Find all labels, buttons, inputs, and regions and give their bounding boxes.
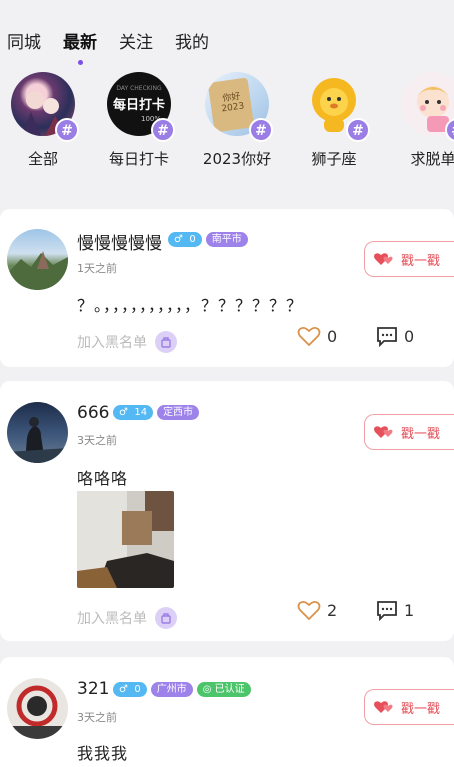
hashtag-badge: # [346,118,370,142]
comment-button[interactable]: 1 [376,599,414,621]
age-value: 14 [134,407,148,418]
verified-badge: ◎ 已认证 [196,682,251,697]
report-icon [155,331,177,353]
gender-age-badge: ♂ 0 [168,232,202,247]
topic-image: 你好 2023 # [205,72,273,142]
user-badges: ♂ 0 南平市 [168,232,248,247]
check-icon: ◎ [202,684,212,695]
post-content: 咯咯咯 [77,469,129,488]
topic-find-partner[interactable]: # 求脱单 [393,72,454,169]
post-photo[interactable] [77,491,174,588]
post-content: 我我我 [77,744,129,763]
comment-count: 0 [404,326,415,346]
username[interactable]: 321 [77,679,109,699]
blacklist-button[interactable]: 加入黑名单 [77,607,177,629]
username[interactable]: 666 [77,403,109,423]
user-badges: ♂ 0 广州市 ◎ 已认证 [113,682,251,697]
topic-label: 狮子座 [311,150,357,168]
topic-all[interactable]: # 全部 [3,72,83,169]
age-value: 0 [134,684,141,695]
poke-button[interactable]: 戳一戳 [364,689,454,725]
tab-mine[interactable]: 我的 [175,33,209,53]
tab-following[interactable]: 关注 [119,33,153,53]
heart-pair-icon [374,701,393,713]
topic-label: 全部 [27,150,58,168]
topic-image-toptext: DAY CHECKING [116,85,162,92]
avatar[interactable] [7,229,68,290]
comment-icon [377,327,397,347]
heart-icon [297,326,321,347]
poke-label: 戳一戳 [401,701,441,717]
post-card[interactable]: 慢慢慢慢慢 ♂ 0 南平市 1天之前 戳一戳 ？。，，，，，，，，，，？？？？？… [0,209,454,367]
post-time: 3天之前 [77,711,117,724]
age-value: 0 [189,234,196,245]
post-card[interactable]: 321 ♂ 0 广州市 ◎ 已认证 3天之前 戳一戳 我我我 [0,657,454,767]
gender-age-badge: ♂ 0 [113,682,147,697]
male-icon: ♂ [174,234,183,245]
feed-tabs: 同城 最新 关注 我的 [7,33,231,65]
topic-image: # [302,72,370,142]
post-card[interactable]: 666 ♂ 14 定西市 3天之前 戳一戳 咯咯咯 加入黑名单 2 1 [0,381,454,641]
post-time: 3天之前 [77,434,117,447]
topic-label: 求脱单 [410,150,454,168]
topic-hello-2023[interactable]: 你好 2023 # 2023你好 [197,72,277,169]
heart-icon [297,600,321,621]
male-icon: ♂ [119,407,128,418]
male-icon: ♂ [119,684,128,695]
comment-icon [377,601,397,621]
poke-button[interactable]: 戳一戳 [364,241,454,277]
blacklist-label: 加入黑名单 [77,611,147,627]
hashtag-badge: # [249,118,273,142]
post-content: ？。，，，，，，，，，，？？？？？？ [77,296,304,315]
topic-image-text: 你好 2023 [220,91,245,115]
topic-row: # 全部 DAY CHECKING 每日打卡 100% # 每日打卡 你好 20… [0,72,454,182]
avatar[interactable] [7,678,68,739]
tab-nearby[interactable]: 同城 [7,33,41,53]
like-button[interactable]: 2 [297,599,337,621]
like-count: 0 [327,326,338,346]
heart-pair-icon [374,426,393,438]
comment-count: 1 [404,600,415,620]
poke-label: 戳一戳 [401,253,441,269]
topic-daily-checkin[interactable]: DAY CHECKING 每日打卡 100% # 每日打卡 [99,72,179,169]
top-header: 同城 最新 关注 我的 # 全部 DAY CHECKING 每日打卡 100% … [0,0,454,198]
topic-image: # [401,72,454,142]
topic-image-text: 每日打卡 [112,98,165,113]
hashtag-badge: # [151,118,175,142]
blacklist-label: 加入黑名单 [77,335,147,351]
topic-image: # [11,72,79,142]
like-button[interactable]: 0 [297,325,337,347]
verified-label: 已认证 [214,684,245,695]
user-badges: ♂ 14 定西市 [113,405,200,420]
hashtag-badge: # [55,118,79,142]
city-badge: 定西市 [157,405,200,420]
gender-age-badge: ♂ 14 [113,405,154,420]
username[interactable]: 慢慢慢慢慢 [77,229,162,254]
topic-label: 每日打卡 [108,150,169,168]
topic-leo[interactable]: # 狮子座 [294,72,374,169]
city-badge: 广州市 [150,682,193,697]
topic-image: DAY CHECKING 每日打卡 100% # [107,72,175,142]
blacklist-button[interactable]: 加入黑名单 [77,331,177,353]
like-count: 2 [327,600,338,620]
report-icon [155,607,177,629]
topic-label: 2023你好 [202,150,272,168]
heart-pair-icon [374,253,393,265]
post-time: 1天之前 [77,262,117,275]
poke-label: 戳一戳 [401,426,441,442]
avatar[interactable] [7,402,68,463]
city-badge: 南平市 [205,232,248,247]
tab-latest[interactable]: 最新 [63,33,97,65]
comment-button[interactable]: 0 [376,325,414,347]
poke-button[interactable]: 戳一戳 [364,414,454,450]
